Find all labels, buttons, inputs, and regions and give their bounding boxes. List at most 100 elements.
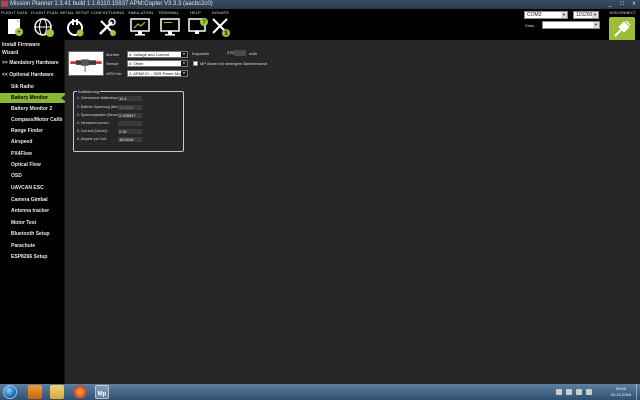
start-button[interactable] bbox=[3, 385, 17, 399]
monitor-select[interactable]: 4: Voltage and Current ▼ bbox=[127, 51, 188, 58]
app-window: Mission Planner 1.3.41 build 1.1.6110.15… bbox=[0, 0, 640, 400]
app-logo-icon bbox=[1, 1, 8, 7]
tray-arrow-icon[interactable] bbox=[556, 389, 562, 395]
menu-terminal[interactable]: Terminal bbox=[158, 10, 179, 15]
menu-simulation[interactable]: Simulation bbox=[128, 10, 153, 15]
apm-version-value: 2: APM2.5+ - 3DR Power Mo bbox=[129, 71, 181, 76]
baud-value: 115200 bbox=[576, 12, 593, 18]
calibration-row: 3. Spannungsteiler (Berechnet): 2.239947 bbox=[77, 112, 181, 119]
sidebar-item-osd[interactable]: OSD bbox=[0, 171, 65, 181]
chevron-down-icon: ▼ bbox=[592, 12, 598, 18]
maximize-button[interactable]: □ bbox=[616, 0, 628, 8]
capacity-unit: mAh bbox=[249, 51, 258, 56]
donate-plane-icon[interactable]: $ bbox=[210, 16, 232, 38]
calculated-current-label: 5. Current (Calced): bbox=[77, 129, 108, 133]
windows-taskbar: Mp 09:40 02.10.2016 bbox=[0, 384, 640, 400]
capacity-input[interactable]: 2700 bbox=[226, 50, 246, 56]
stats-select[interactable]: ▼ bbox=[542, 21, 600, 29]
voltage-divider-input[interactable]: 2.239947 bbox=[118, 113, 142, 118]
calibration-group: Kalibrierung 1. Gemessene Batteriespannu… bbox=[73, 89, 184, 152]
plug-icon bbox=[614, 20, 631, 37]
menu-initial-setup[interactable]: Initial Setup bbox=[60, 10, 89, 15]
low-battery-alarm-checkbox[interactable] bbox=[193, 61, 198, 66]
sidebar-item-bluetooth-setup[interactable]: Bluetooth Setup bbox=[0, 229, 65, 239]
port-value: COM3 bbox=[527, 12, 542, 18]
sensor-value: 0: Other bbox=[129, 61, 144, 66]
sidebar-item-airspeed[interactable]: Airspeed bbox=[0, 137, 65, 147]
pinned-app-icon[interactable] bbox=[28, 385, 42, 399]
capacity-spinner[interactable] bbox=[234, 50, 246, 56]
calculated-voltage-value: 11.0025 bbox=[118, 105, 142, 110]
disconnect-label: DISCONNECT bbox=[609, 10, 636, 15]
mission-planner-taskbar-icon[interactable]: Mp bbox=[95, 385, 109, 399]
menu-help[interactable]: Help bbox=[190, 10, 201, 15]
network-icon[interactable] bbox=[566, 389, 572, 395]
sidebar-item-range-finder[interactable]: Range Finder bbox=[0, 126, 65, 136]
apm-version-select[interactable]: 2: APM2.5+ - 3DR Power Mo ▼ bbox=[127, 70, 188, 77]
system-tray: 09:40 02.10.2016 bbox=[550, 384, 640, 400]
calibration-row: 4. Measured current: bbox=[77, 120, 181, 127]
title-bar: Mission Planner 1.3.41 build 1.1.6110.15… bbox=[0, 0, 640, 9]
sidebar-item-sik-radio[interactable]: Sik Radio bbox=[0, 82, 65, 92]
chevron-down-icon: ▼ bbox=[593, 22, 599, 28]
stats-label: Stats... bbox=[525, 23, 538, 28]
sidebar-item-wizard[interactable]: Wizard bbox=[0, 48, 65, 58]
setup-sidebar: Install Firmware Wizard >> Mandatory Har… bbox=[0, 40, 65, 384]
sidebar-item-motor-test[interactable]: Motor Test bbox=[0, 218, 65, 228]
clock[interactable]: 09:40 02.10.2016 bbox=[608, 386, 634, 398]
monitor-label: Monitor bbox=[106, 52, 120, 57]
capacity-label: Kapazität bbox=[192, 51, 209, 56]
sidebar-item-compass-motor-calib[interactable]: Compass/Motor Calib bbox=[0, 115, 65, 125]
minimize-button[interactable]: _ bbox=[604, 0, 616, 8]
svg-text:+: + bbox=[17, 30, 21, 36]
sidebar-item-uavcan-esc[interactable]: UAVCAN ESC bbox=[0, 183, 65, 193]
sidebar-item-px4flow[interactable]: PX4Flow bbox=[0, 149, 65, 159]
measured-current-label: 4. Measured current: bbox=[77, 121, 110, 125]
port-select[interactable]: COM3 ▼ bbox=[524, 11, 568, 19]
monitor-icon[interactable] bbox=[129, 16, 151, 38]
terminal-monitor-icon[interactable] bbox=[159, 16, 181, 38]
firefox-icon[interactable] bbox=[73, 385, 87, 399]
menu-flight-data[interactable]: Flight Data bbox=[1, 10, 27, 15]
sidebar-item-parachute[interactable]: Parachute bbox=[0, 241, 65, 251]
help-monitor-icon[interactable]: ? bbox=[187, 16, 209, 38]
main-toolbar: Flight Data Flight Plan Initial Setup Co… bbox=[0, 9, 640, 41]
disconnect-button[interactable] bbox=[609, 17, 635, 41]
sidebar-item-camera-gimbal[interactable]: Camera Gimbal bbox=[0, 195, 65, 205]
show-desktop-button[interactable] bbox=[636, 384, 640, 400]
sidebar-item-battery-monitor-2[interactable]: Battery Monitor 2 bbox=[0, 104, 65, 114]
volume-icon[interactable] bbox=[576, 389, 582, 395]
measured-current-input[interactable] bbox=[118, 121, 142, 126]
sidebar-item-optical-flow[interactable]: Optical Flow bbox=[0, 160, 65, 170]
measured-voltage-input[interactable]: 11.4 bbox=[118, 96, 142, 101]
amps-per-volt-input[interactable]: 18.0018 bbox=[118, 137, 142, 142]
sidebar-item-esp8266-setup[interactable]: ESP8266 Setup bbox=[0, 252, 65, 262]
calibration-row: 6. Ampere pro Volt: 18.0018 bbox=[77, 136, 181, 143]
chevron-down-icon: ▼ bbox=[181, 71, 187, 76]
sensor-label: Sensor bbox=[106, 61, 119, 66]
plug-icon[interactable] bbox=[64, 16, 86, 38]
sidebar-item-optional-hardware[interactable]: << Optional Hardware bbox=[0, 70, 65, 80]
low-battery-alarm-label: MP Alarm bei niedrigem Batteriestand bbox=[200, 61, 268, 66]
menu-flight-plan[interactable]: Flight Plan bbox=[31, 10, 58, 15]
sidebar-item-mandatory-hardware[interactable]: >> Mandatory Hardware bbox=[0, 58, 65, 68]
baud-select[interactable]: 115200 ▼ bbox=[573, 11, 599, 19]
sidebar-item-battery-monitor[interactable]: Battery Monitor bbox=[0, 93, 65, 103]
power-module-image bbox=[68, 51, 104, 76]
close-button[interactable]: x bbox=[628, 0, 640, 8]
monitor-value: 4: Voltage and Current bbox=[129, 52, 170, 57]
calibration-row: 1. Gemessene Batteriespannung: 11.4 bbox=[77, 95, 181, 102]
chevron-down-icon: ▼ bbox=[181, 52, 187, 57]
flight-data-icon[interactable]: + bbox=[4, 16, 26, 38]
sensor-select[interactable]: 0: Other ▼ bbox=[127, 60, 188, 67]
battery-monitor-panel: Monitor 4: Voltage and Current ▼ Sensor … bbox=[66, 40, 640, 384]
sidebar-item-antenna-tracker[interactable]: Antenna tracker bbox=[0, 206, 65, 216]
chevron-down-icon: ▼ bbox=[181, 61, 187, 66]
flag-icon[interactable] bbox=[586, 389, 592, 395]
window-title: Mission Planner 1.3.41 build 1.1.6110.15… bbox=[10, 1, 213, 7]
menu-config-tuning[interactable]: Config/Tuning bbox=[91, 10, 124, 15]
globe-icon[interactable] bbox=[33, 16, 55, 38]
folder-icon[interactable] bbox=[50, 385, 64, 399]
wrench-screwdriver-icon[interactable] bbox=[96, 16, 118, 38]
menu-donate[interactable]: Donate bbox=[212, 10, 229, 15]
